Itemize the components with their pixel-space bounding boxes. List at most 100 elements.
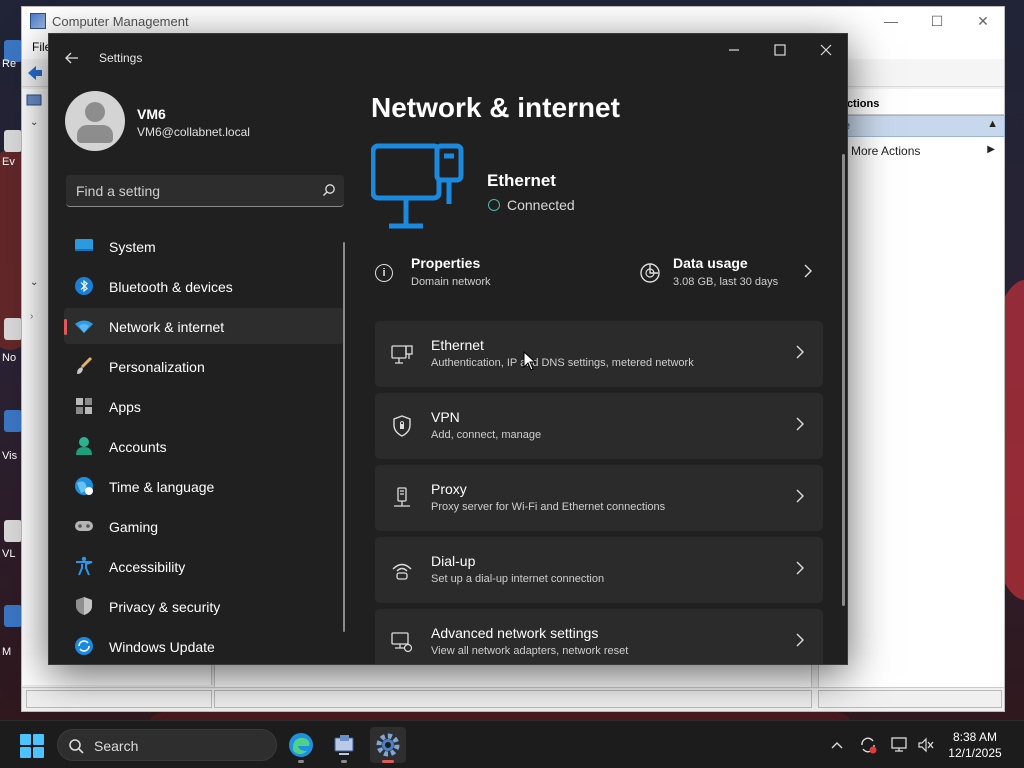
maximize-icon (774, 44, 786, 56)
search-icon (69, 739, 84, 754)
nav-item-privacy[interactable]: Privacy & security (64, 588, 344, 624)
desktop-icon[interactable] (4, 318, 22, 340)
mouse-cursor-icon (523, 351, 537, 371)
desktop-icon[interactable] (4, 130, 22, 152)
nav-item-accessibility[interactable]: Accessibility (64, 548, 344, 584)
wifi-icon (75, 320, 93, 333)
avatar-body (77, 125, 113, 143)
desktop-label: M (2, 646, 12, 658)
windows-logo-icon (33, 734, 44, 745)
status-segment (26, 690, 212, 708)
card-advanced-network[interactable]: Advanced network settings View all netwo… (375, 609, 823, 664)
avatar-head (85, 102, 105, 122)
card-title: VPN (431, 409, 460, 425)
nav-item-windows-update[interactable]: Windows Update (64, 628, 344, 664)
card-ethernet[interactable]: Ethernet Authentication, IP and DNS sett… (375, 321, 823, 387)
nav-item-accounts[interactable]: Accounts (64, 428, 344, 464)
accessibility-icon (76, 556, 93, 576)
apps-icon (76, 398, 92, 414)
nav-item-system[interactable]: System (64, 228, 344, 264)
nav-item-personalization[interactable]: Personalization (64, 348, 344, 384)
volume-muted-icon[interactable] (916, 735, 936, 755)
card-vpn[interactable]: VPN Add, connect, manage (375, 393, 823, 459)
collapse-icon[interactable]: › (30, 311, 33, 322)
settings-nav: System Bluetooth & devices Network & int… (64, 228, 344, 664)
nav-item-gaming[interactable]: Gaming (64, 508, 344, 544)
search-icon[interactable] (322, 183, 336, 197)
desktop-label: VL (2, 548, 16, 560)
minimize-button[interactable] (711, 34, 757, 66)
expand-icon[interactable]: ⌄ (30, 277, 38, 288)
brush-icon (77, 356, 93, 374)
dialup-icon (392, 563, 412, 580)
windows-logo-icon (20, 747, 31, 758)
taskbar-app-computer-management[interactable] (326, 727, 362, 763)
taskbar-search[interactable]: Search (57, 729, 277, 761)
data-usage-link[interactable]: Data usage 3.08 GB, last 30 days (639, 252, 819, 296)
card-proxy[interactable]: Proxy Proxy server for Wi-Fi and Etherne… (375, 465, 823, 531)
settings-titlebar[interactable]: Settings (49, 34, 847, 80)
chevron-right-icon (796, 417, 804, 431)
cm-statusbar (22, 687, 1004, 711)
running-indicator (341, 760, 347, 763)
globe-status-icon (488, 199, 500, 211)
maximize-button[interactable] (757, 34, 803, 66)
windows-logo-icon (20, 734, 31, 745)
nav-label: Accounts (109, 439, 167, 455)
settings-icon (376, 733, 400, 757)
back-button[interactable] (59, 46, 85, 70)
maximize-icon[interactable]: ☐ (914, 7, 960, 35)
nav-item-time-language[interactable]: Time & language (64, 468, 344, 504)
desktop-label: Re (2, 58, 17, 70)
computer-management-icon (334, 735, 354, 755)
more-actions-label: More Actions (851, 144, 921, 158)
card-title: Dial-up (431, 553, 476, 569)
sync-alert-icon[interactable] (858, 735, 878, 755)
card-dialup[interactable]: Dial-up Set up a dial-up internet connec… (375, 537, 823, 603)
search-box[interactable] (66, 175, 344, 207)
nav-item-bluetooth[interactable]: Bluetooth & devices (64, 268, 344, 304)
connection-status: Connected (507, 197, 575, 213)
clock-date[interactable]: 12/1/2025 (940, 746, 1010, 760)
nav-scrollbar[interactable] (343, 242, 345, 632)
chevron-right-icon (796, 345, 804, 359)
cm-titlebar[interactable]: Computer Management — ☐ ✕ (22, 7, 1004, 35)
search-input[interactable] (76, 182, 306, 200)
network-icon[interactable] (890, 735, 910, 755)
taskbar-app-settings[interactable] (370, 727, 406, 763)
close-button[interactable] (803, 34, 847, 66)
avatar[interactable] (65, 91, 125, 151)
ethernet-icon (391, 345, 413, 364)
minimize-icon[interactable]: — (868, 7, 914, 35)
nav-label: Time & language (109, 479, 215, 495)
collapse-up-icon[interactable]: ▲ (987, 118, 998, 130)
nav-label: Network & internet (109, 319, 225, 335)
vpn-shield-icon (393, 415, 411, 437)
clock-time[interactable]: 8:38 AM (940, 730, 1010, 744)
desktop-icon[interactable] (4, 605, 22, 627)
computer-management-icon (30, 13, 46, 29)
back-arrow-icon (65, 52, 78, 64)
data-usage-subtitle: 3.08 GB, last 30 days (673, 276, 779, 288)
desktop-icon[interactable] (4, 520, 22, 542)
back-arrow-icon[interactable] (26, 64, 44, 82)
cm-window-title: Computer Management (52, 13, 189, 29)
card-title: Advanced network settings (431, 625, 599, 641)
start-button[interactable] (20, 734, 44, 758)
gamepad-icon (75, 521, 93, 531)
properties-subtitle: Domain network (411, 276, 491, 288)
computer-management-icon (26, 94, 42, 106)
nav-label: Accessibility (109, 559, 186, 575)
desktop-icon[interactable] (4, 410, 22, 432)
taskbar-app-edge[interactable] (283, 727, 319, 763)
chevron-right-icon (796, 561, 804, 575)
minimize-icon (729, 49, 739, 51)
settings-title: Settings (99, 51, 143, 65)
nav-item-apps[interactable]: Apps (64, 388, 344, 424)
show-hidden-icons-icon[interactable] (827, 735, 847, 755)
nav-item-network[interactable]: Network & internet (64, 308, 344, 344)
chevron-right-icon (796, 489, 804, 503)
expand-icon[interactable]: ⌄ (30, 117, 38, 128)
main-scrollbar[interactable] (842, 154, 845, 606)
close-icon[interactable]: ✕ (960, 7, 1006, 35)
